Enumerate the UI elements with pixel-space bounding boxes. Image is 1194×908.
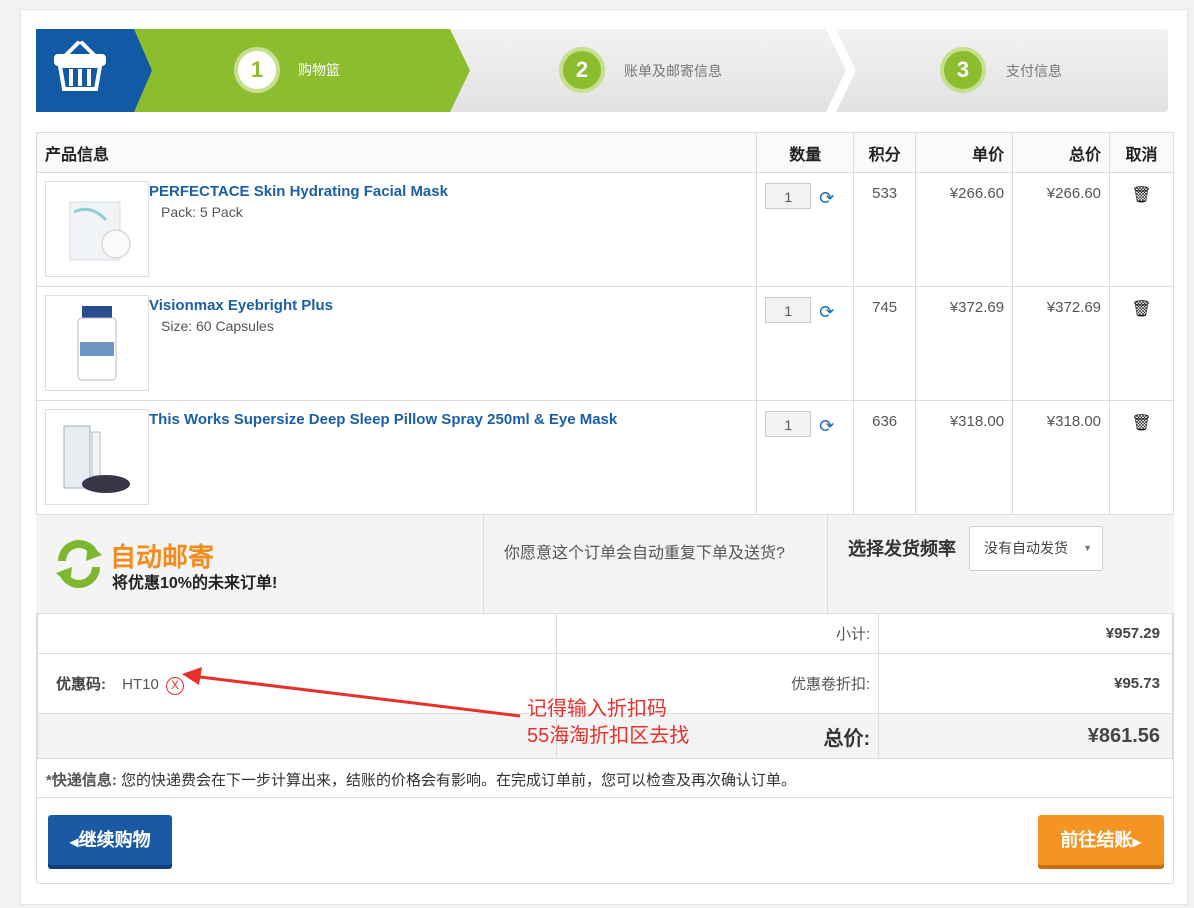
annotation-line-2: 55海淘折扣区去找 [527, 725, 690, 747]
points-value: 636 [853, 400, 917, 515]
total-price: ¥318.00 [1012, 400, 1111, 515]
points-value: 533 [853, 172, 917, 287]
coupon-remove-icon[interactable]: X [166, 676, 185, 695]
step-2-number: 2 [559, 47, 605, 93]
step-3-number: 3 [940, 47, 986, 93]
continue-shopping-button[interactable]: ◀继续购物 [48, 815, 172, 865]
product-image-spray[interactable] [45, 409, 149, 505]
shipping-note-text: 您的快递费会在下一步计算出来，结账的价格会有影响。在完成订单前，您可以检查及再次… [116, 772, 797, 789]
table-row: This Works Supersize Deep Sleep Pillow S… [35, 400, 1174, 515]
qty-cell: 1 ⟳ [756, 400, 855, 515]
cart-table: 产品信息 数量 积分 单价 总价 取消 PERFECTACE Skin Hydr… [35, 132, 1174, 515]
refresh-icon[interactable]: ⟳ [819, 302, 834, 323]
qty-cell: 1 ⟳ [756, 172, 855, 287]
quantity-input[interactable]: 1 [765, 183, 812, 209]
product-name-link[interactable]: This Works Supersize Deep Sleep Pillow S… [149, 411, 756, 428]
subtotal-label: 小计: [555, 613, 880, 654]
cancel-cell: 🗑 [1109, 400, 1174, 515]
refresh-icon[interactable]: ⟳ [819, 188, 834, 209]
coupon-cell: 优惠码: HT10 X [37, 653, 557, 714]
unit-price: ¥266.60 [915, 172, 1014, 287]
cancel-cell: 🗑 [1109, 172, 1174, 287]
frequency-select[interactable]: 没有自动发货 ▼ [969, 526, 1103, 571]
step-1-label: 购物篮 [298, 62, 340, 78]
product-cell: Visionmax Eyebright Plus Size: 60 Capsul… [35, 286, 758, 401]
product-image-bottle[interactable] [45, 295, 149, 391]
total-price: ¥266.60 [1012, 172, 1111, 287]
auto-ship-question: 你愿意这个订单会自动重复下单及送货? [504, 545, 785, 562]
step-2-label: 账单及邮寄信息 [624, 63, 722, 79]
step-3-label: 支付信息 [1006, 63, 1062, 79]
product-variant: Pack: 5 Pack [161, 204, 243, 220]
auto-ship-refresh-icon [56, 540, 102, 588]
frequency-label: 选择发货频率 [848, 539, 956, 559]
header-points: 积分 [853, 132, 917, 173]
table-row: Visionmax Eyebright Plus Size: 60 Capsul… [35, 286, 1174, 401]
auto-ship-promo: 自动邮寄 将优惠10%的未来订单! [36, 515, 484, 613]
unit-price: ¥318.00 [915, 400, 1014, 515]
checkout-label: 前往结账 [1060, 830, 1133, 850]
total-value: ¥861.56 [878, 713, 1173, 759]
header-qty: 数量 [756, 132, 855, 173]
chevron-right-icon: ▶ [1132, 835, 1142, 849]
points-value: 745 [853, 286, 917, 401]
header-total: 总价 [1012, 132, 1111, 173]
subtotal-row: 小计: ¥957.29 [37, 613, 1173, 654]
cancel-cell: 🗑 [1109, 286, 1174, 401]
checkout-steps: 1 购物篮 2 账单及邮寄信息 3 支付信息 [36, 29, 1168, 112]
product-cell: This Works Supersize Deep Sleep Pillow S… [35, 400, 758, 515]
coupon-label: 优惠码: [56, 675, 106, 693]
header-product: 产品信息 [35, 132, 758, 173]
shipping-note-label: *快递信息: [46, 772, 117, 789]
frequency-value: 没有自动发货 [984, 540, 1068, 556]
shipping-note: *快递信息: 您的快递费会在下一步计算出来，结账的价格会有影响。在完成订单前，您… [36, 758, 1174, 798]
table-row: PERFECTACE Skin Hydrating Facial Mask Pa… [35, 172, 1174, 287]
subtotal-value: ¥957.29 [878, 613, 1173, 654]
product-image-mask[interactable] [45, 181, 149, 277]
header-cancel: 取消 [1109, 132, 1174, 173]
discount-value: ¥95.73 [878, 653, 1173, 714]
step-1-number: 1 [234, 47, 280, 93]
product-name-link[interactable]: Visionmax Eyebright Plus [149, 297, 756, 314]
trash-icon[interactable]: 🗑 [1131, 187, 1151, 204]
chevron-down-icon: ▼ [1083, 543, 1092, 553]
auto-ship-question-cell: 你愿意这个订单会自动重复下单及送货? [484, 515, 828, 613]
qty-cell: 1 ⟳ [756, 286, 855, 401]
auto-ship-subtitle: 将优惠10%的未来订单! [112, 575, 278, 592]
auto-ship-section: 自动邮寄 将优惠10%的未来订单! 你愿意这个订单会自动重复下单及送货? 选择发… [36, 514, 1174, 614]
total-price: ¥372.69 [1012, 286, 1111, 401]
product-cell: PERFECTACE Skin Hydrating Facial Mask Pa… [35, 172, 758, 287]
checkout-button[interactable]: 前往结账▶ [1038, 815, 1164, 865]
quantity-input[interactable]: 1 [765, 411, 812, 437]
trash-icon[interactable]: 🗑 [1131, 301, 1151, 318]
header-unit-price: 单价 [915, 132, 1014, 173]
chevron-left-icon: ◀ [69, 835, 79, 849]
coupon-code: HT10 [122, 675, 159, 693]
trash-icon[interactable]: 🗑 [1131, 415, 1151, 432]
annotation-line-1: 记得输入折扣码 [527, 698, 667, 720]
product-name-link[interactable]: PERFECTACE Skin Hydrating Facial Mask [149, 183, 756, 200]
product-variant: Size: 60 Capsules [161, 318, 274, 334]
refresh-icon[interactable]: ⟳ [819, 416, 834, 437]
continue-shopping-label: 继续购物 [78, 830, 151, 850]
unit-price: ¥372.69 [915, 286, 1014, 401]
table-header-row: 产品信息 数量 积分 单价 总价 取消 [35, 132, 1174, 173]
quantity-input[interactable]: 1 [765, 297, 812, 323]
